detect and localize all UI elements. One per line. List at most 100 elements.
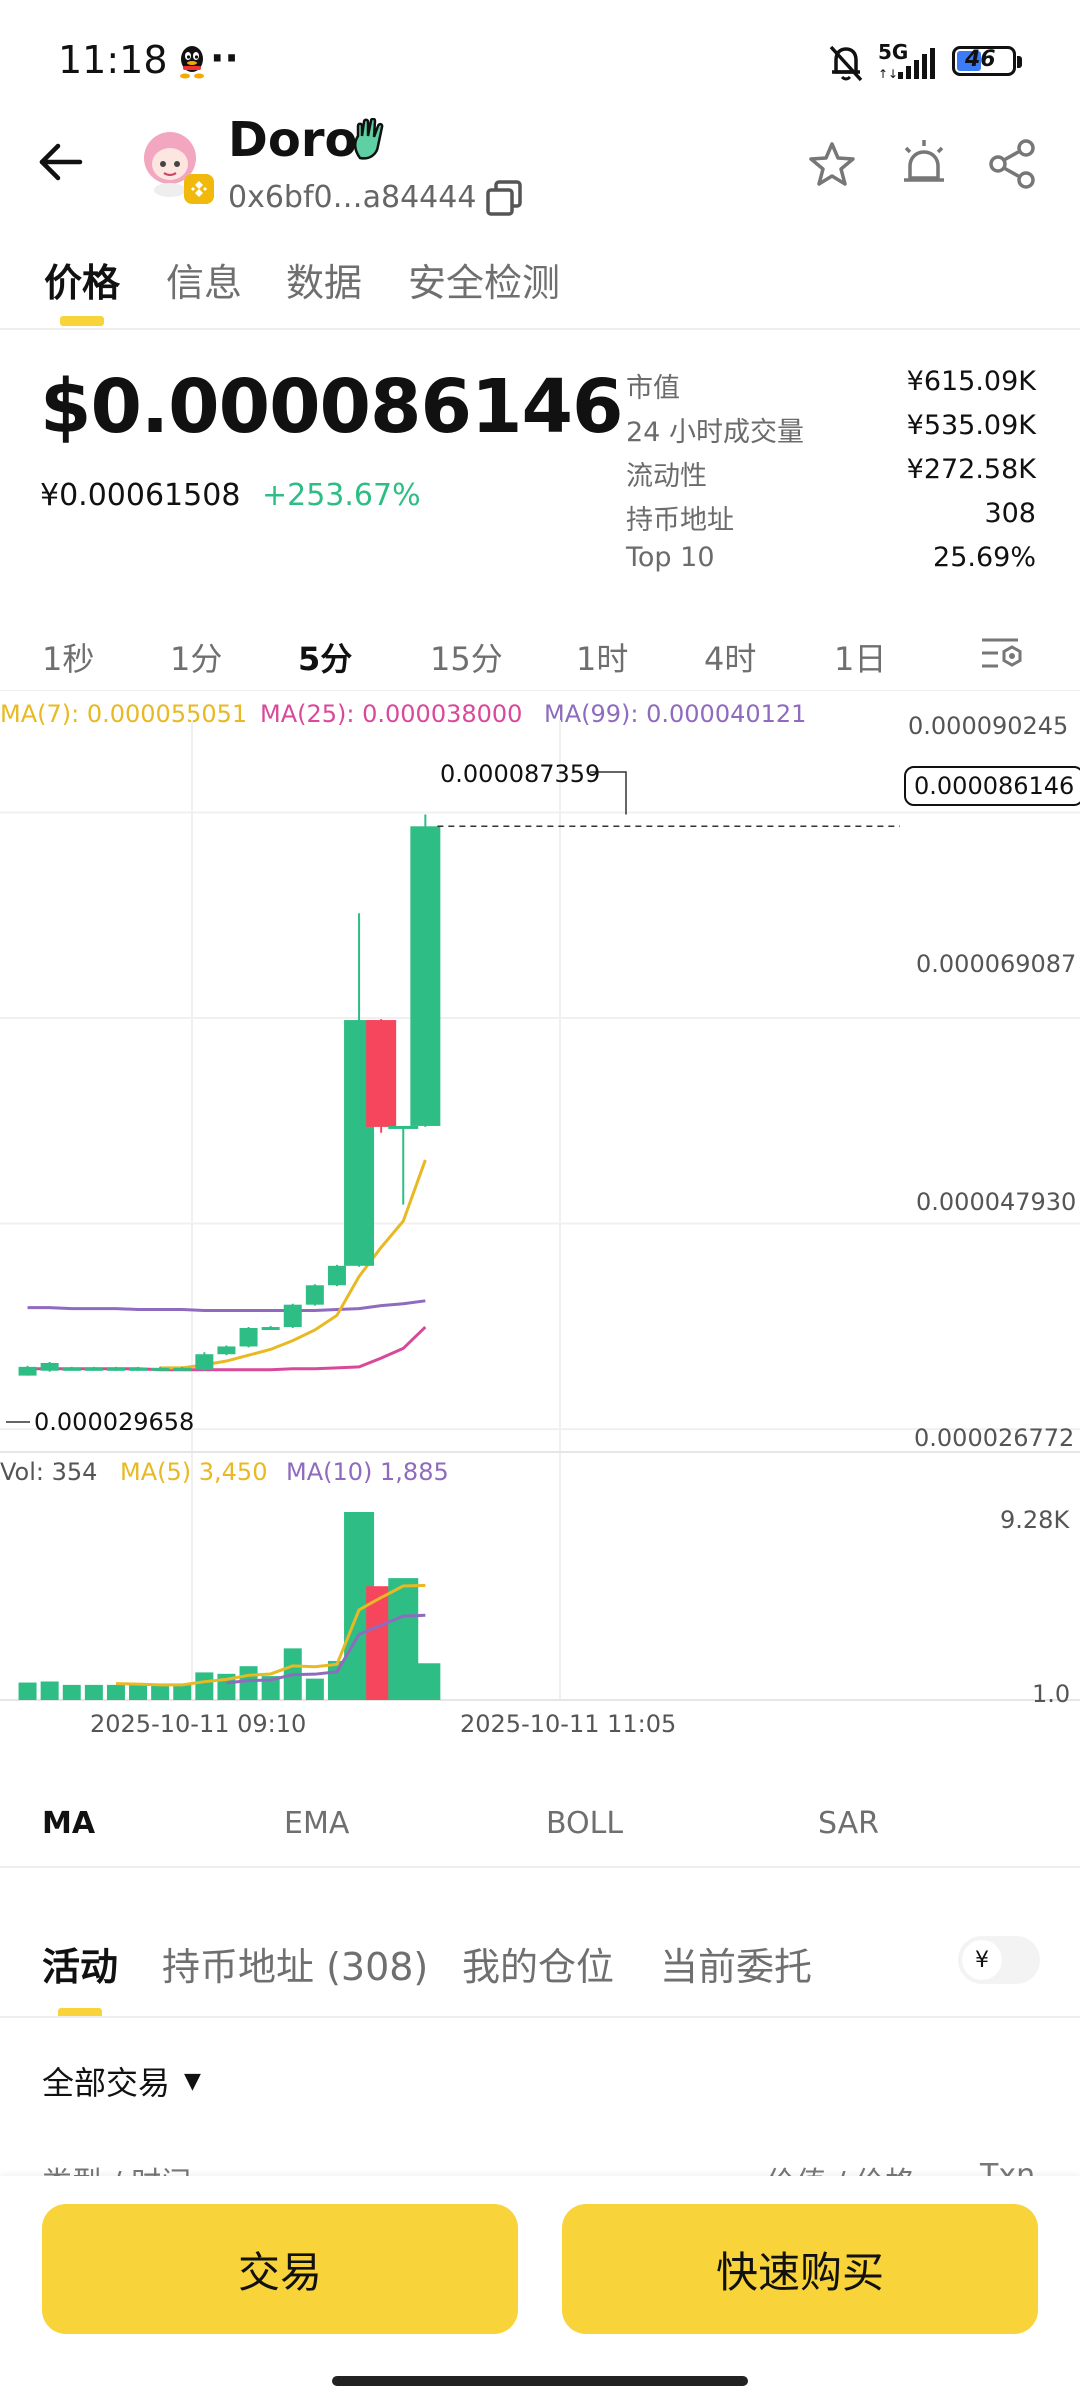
caret-down-icon: ▼ bbox=[184, 2068, 201, 2094]
qq-icon bbox=[180, 46, 204, 79]
current-price-tag[interactable]: 0.000086146 bbox=[904, 766, 1080, 806]
high-price-label: 0.000087359 bbox=[440, 760, 601, 788]
volume-bar-18 bbox=[410, 1663, 441, 1700]
timeframe-4h[interactable]: 4时 bbox=[704, 634, 756, 680]
candle-body-18 bbox=[410, 826, 441, 1126]
volume-bar-8 bbox=[195, 1672, 214, 1700]
low-price-label: 0.000029658 bbox=[34, 1408, 195, 1436]
table-header-clip: 类型 / 时间 价值 / 价格 Txn bbox=[0, 2152, 1080, 2176]
tab-my-positions[interactable]: 我的仓位 bbox=[462, 1936, 614, 1991]
price-axis-label-4: 0.000026772 bbox=[914, 1424, 1075, 1452]
tab-data[interactable]: 数据 bbox=[286, 252, 362, 307]
candle-body-17 bbox=[388, 1125, 419, 1129]
tab-activity[interactable]: 活动 bbox=[42, 1936, 118, 1991]
volume-legend: Vol: 354 bbox=[0, 1458, 98, 1486]
candle-body-5 bbox=[129, 1367, 148, 1371]
candle-body-14 bbox=[327, 1265, 346, 1286]
stat-label-24h-volume: 24 小时成交量 bbox=[626, 417, 804, 448]
price-axis-label-3: 0.000047930 bbox=[916, 1188, 1077, 1216]
waving-hand-emoji bbox=[354, 118, 384, 160]
volume-bar-1 bbox=[40, 1681, 59, 1700]
volume-bar-10 bbox=[239, 1666, 258, 1700]
battery-level: 46 bbox=[965, 47, 996, 72]
timeframe-15m[interactable]: 15分 bbox=[430, 634, 503, 680]
candle-body-13 bbox=[305, 1285, 324, 1305]
candle-body-10 bbox=[239, 1328, 258, 1347]
volume-bar-6 bbox=[151, 1684, 170, 1700]
tab-info[interactable]: 信息 bbox=[166, 252, 242, 307]
token-name: Doro bbox=[228, 112, 358, 168]
filter-label: 全部交易 bbox=[42, 2064, 171, 2102]
candle-body-12 bbox=[283, 1304, 302, 1328]
ma99-line bbox=[27, 1299, 426, 1313]
volume-bar-7 bbox=[173, 1684, 192, 1700]
timeframe-1d[interactable]: 1日 bbox=[834, 634, 886, 680]
tab-security-check[interactable]: 安全检测 bbox=[408, 252, 560, 307]
copy-icon[interactable] bbox=[484, 178, 524, 218]
quick-buy-button[interactable]: 快速购买 bbox=[562, 2204, 1038, 2334]
timeframe-1h[interactable]: 1时 bbox=[576, 634, 628, 680]
volume-bar-3 bbox=[84, 1684, 103, 1700]
tab-open-orders[interactable]: 当前委托 bbox=[660, 1936, 812, 1991]
back-arrow-icon[interactable] bbox=[36, 140, 84, 184]
tab-active-indicator bbox=[60, 316, 104, 326]
candle-body-8 bbox=[195, 1354, 214, 1370]
x-axis-label-2: 2025-10-11 11:05 bbox=[460, 1710, 677, 1738]
volume-bar-4 bbox=[106, 1684, 125, 1700]
chain-badge-icon bbox=[184, 174, 214, 204]
tab-price[interactable]: 价格 bbox=[44, 252, 120, 307]
candle-body-1 bbox=[40, 1362, 59, 1371]
volume-bar-14 bbox=[327, 1660, 346, 1700]
price-cny: ¥0.00061508 bbox=[40, 478, 241, 513]
table-header-type-time: 类型 / 时间 bbox=[42, 2158, 191, 2176]
stat-value-top10: 25.69% bbox=[933, 542, 1036, 573]
price-chart[interactable] bbox=[0, 720, 1080, 1740]
candle-body-7 bbox=[173, 1367, 192, 1371]
candle-body-4 bbox=[106, 1367, 125, 1371]
stat-label-market-cap: 市值 bbox=[626, 373, 680, 404]
volume-bar-2 bbox=[62, 1684, 81, 1700]
volume-bar-5 bbox=[129, 1684, 148, 1700]
chart-settings-icon[interactable] bbox=[980, 634, 1024, 672]
trade-button[interactable]: 交易 bbox=[42, 2204, 518, 2334]
battery-icon: 46 bbox=[952, 46, 1022, 76]
volume-axis-min: 1.0 bbox=[1032, 1680, 1071, 1708]
activity-divider bbox=[0, 2016, 1080, 2018]
star-favorite-icon[interactable] bbox=[808, 140, 856, 188]
vol-ma10-legend: MA(10) 1,885 bbox=[286, 1458, 449, 1486]
candle-body-16 bbox=[366, 1020, 397, 1127]
price-alert-icon[interactable] bbox=[898, 138, 950, 190]
volume-axis-max: 9.28K bbox=[1000, 1506, 1070, 1534]
share-icon[interactable] bbox=[986, 138, 1038, 190]
timeframe-1m[interactable]: 1分 bbox=[170, 634, 222, 680]
status-more-dots: ·· bbox=[210, 36, 239, 80]
timeframe-divider bbox=[0, 690, 1080, 691]
timeframe-1s[interactable]: 1秒 bbox=[42, 634, 94, 680]
currency-toggle[interactable]: ¥ bbox=[958, 1936, 1040, 1984]
ma7-line bbox=[160, 1159, 427, 1370]
price-usd: $0.000086146 bbox=[40, 364, 623, 450]
tab-holders[interactable]: 持币地址 (308) bbox=[162, 1936, 428, 1991]
indicator-ema[interactable]: EMA bbox=[284, 1806, 349, 1841]
stat-value-holders: 308 bbox=[984, 498, 1036, 529]
table-header-value-price: 价值 / 价格 bbox=[766, 2158, 915, 2176]
filter-dropdown[interactable]: 全部交易 ▼ bbox=[42, 2058, 201, 2104]
candle-body-6 bbox=[151, 1367, 170, 1371]
currency-toggle-knob: ¥ bbox=[962, 1940, 1002, 1980]
candle-body-3 bbox=[84, 1367, 103, 1371]
timeframe-5m[interactable]: 5分 bbox=[298, 634, 352, 680]
tabs-divider bbox=[0, 328, 1080, 330]
svg-text:↑↓: ↑↓ bbox=[878, 67, 898, 80]
candle-body-2 bbox=[62, 1367, 81, 1371]
mute-bell-icon bbox=[829, 45, 863, 82]
volume-bar-0 bbox=[18, 1682, 37, 1700]
indicator-ma[interactable]: MA bbox=[42, 1806, 95, 1841]
indicator-boll[interactable]: BOLL bbox=[546, 1806, 623, 1841]
stat-label-liquidity: 流动性 bbox=[626, 461, 707, 492]
signal-icon: ↑↓ bbox=[878, 48, 935, 80]
indicator-sar[interactable]: SAR bbox=[818, 1806, 879, 1841]
candle-body-11 bbox=[261, 1327, 280, 1331]
stat-value-24h-volume: ¥535.09K bbox=[906, 410, 1036, 441]
stat-label-holders: 持币地址 bbox=[626, 505, 734, 536]
table-header-txn: Txn bbox=[980, 2158, 1036, 2176]
